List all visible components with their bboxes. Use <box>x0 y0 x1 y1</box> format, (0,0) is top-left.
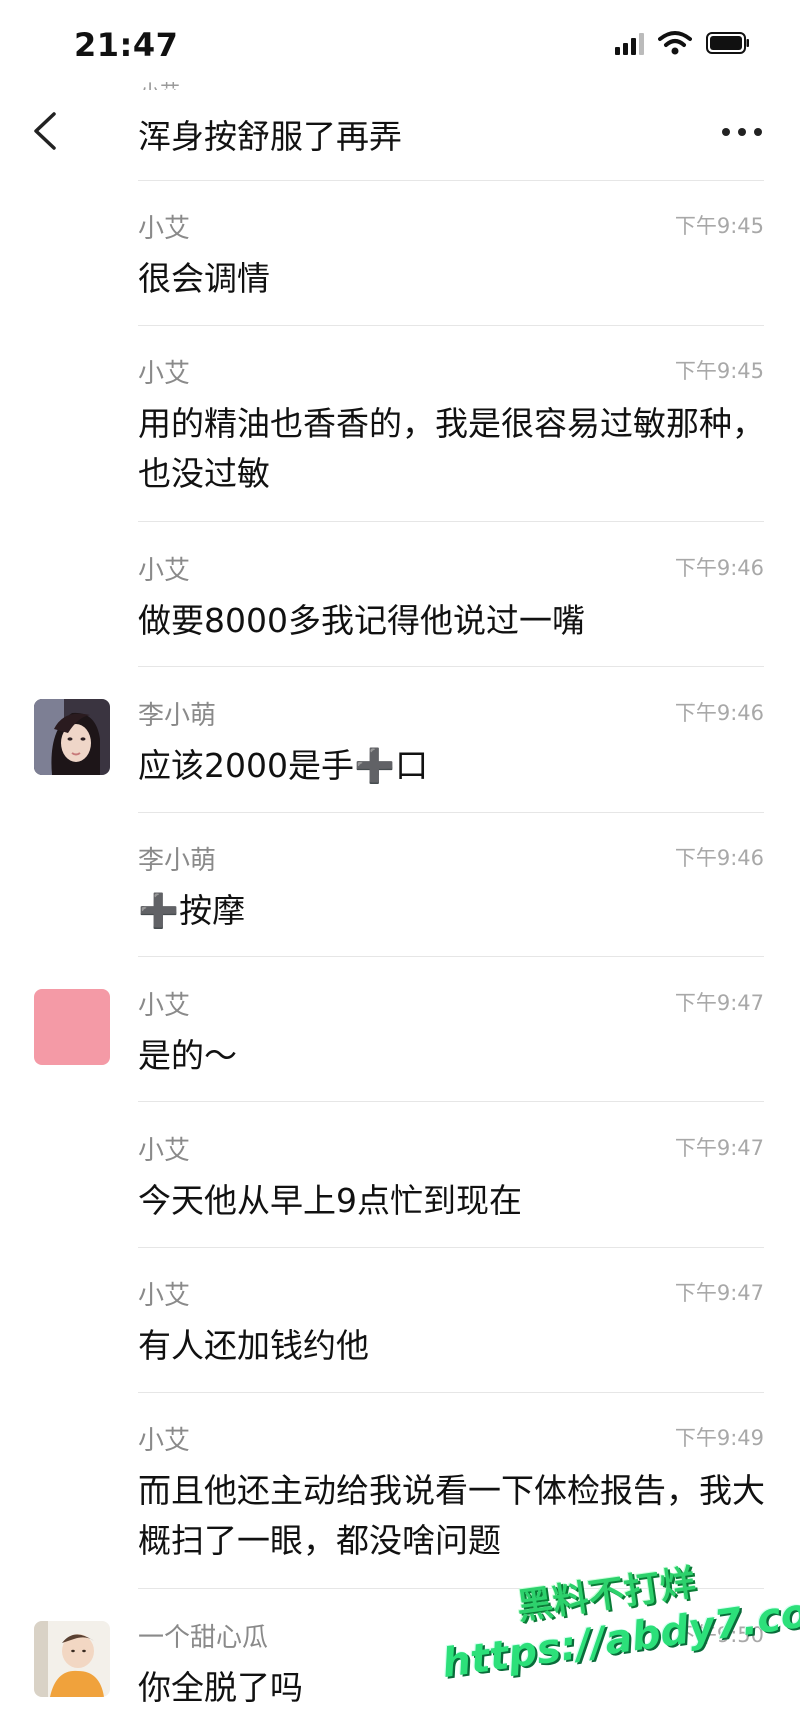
message-time: 下午9:46 <box>674 701 764 725</box>
battery-icon <box>706 32 749 54</box>
chat-title: 浑身按舒服了再弄 <box>138 117 402 156</box>
previous-sender-snippet: 小艾 <box>140 76 180 90</box>
message-text: 是的～ <box>138 1036 237 1075</box>
sender-name: 小艾 <box>138 556 191 586</box>
avatar-photo <box>34 1621 110 1697</box>
cellular-signal-icon <box>615 31 644 55</box>
status-time: 21:47 <box>74 26 179 64</box>
divider <box>138 180 764 181</box>
back-arrow-icon[interactable] <box>28 108 64 154</box>
message-text: 应该2000是手➕口 <box>138 746 429 785</box>
message-time: 下午9:47 <box>674 991 764 1015</box>
sender-name: 小艾 <box>138 359 191 389</box>
status-bar: 21:47 <box>0 0 800 90</box>
avatar-photo <box>34 699 110 775</box>
divider <box>138 666 764 667</box>
message-text: 做要8000多我记得他说过一嘴 <box>138 601 585 640</box>
message-text: 有人还加钱约他 <box>138 1326 369 1365</box>
message-time: 下午9:47 <box>674 1281 764 1305</box>
divider <box>138 1392 764 1393</box>
message-time: 下午9:49 <box>674 1426 764 1450</box>
more-options-icon[interactable] <box>722 128 762 136</box>
avatar[interactable] <box>34 1621 110 1697</box>
sender-name: 小艾 <box>138 1281 191 1311</box>
message-time: 下午9:45 <box>674 359 764 383</box>
sender-name: 小艾 <box>138 214 191 244</box>
message-text: 而且他还主动给我说看一下体检报告，我大概扫了一眼，都没啥问题 <box>138 1471 765 1560</box>
divider <box>138 1247 764 1248</box>
status-icons <box>615 30 750 56</box>
message-text: 很会调情 <box>138 259 270 298</box>
wifi-icon <box>658 31 692 55</box>
divider <box>138 325 764 326</box>
message-text: 用的精油也香香的，我是很容易过敏那种，也没过敏 <box>138 404 765 493</box>
sender-name: 小艾 <box>138 1136 191 1166</box>
sender-name: 小艾 <box>138 991 191 1021</box>
avatar[interactable] <box>34 699 110 775</box>
sender-name: 小艾 <box>138 1426 191 1456</box>
avatar[interactable] <box>34 989 110 1065</box>
message-text: 今天他从早上9点忙到现在 <box>138 1181 522 1220</box>
message-time: 下午9:47 <box>674 1136 764 1160</box>
divider <box>138 1101 764 1102</box>
sender-name: 一个甜心瓜 <box>138 1623 269 1653</box>
message-time: 下午9:46 <box>674 556 764 580</box>
divider <box>138 521 764 522</box>
message-time: 下午9:46 <box>674 846 764 870</box>
message-time: 下午9:45 <box>674 214 764 238</box>
sender-name: 李小萌 <box>138 701 217 731</box>
chat-header: 小艾 浑身按舒服了再弄 <box>0 80 800 180</box>
divider <box>138 956 764 957</box>
sender-name: 李小萌 <box>138 846 217 876</box>
message-text: ➕按摩 <box>138 891 246 930</box>
divider <box>138 812 764 813</box>
